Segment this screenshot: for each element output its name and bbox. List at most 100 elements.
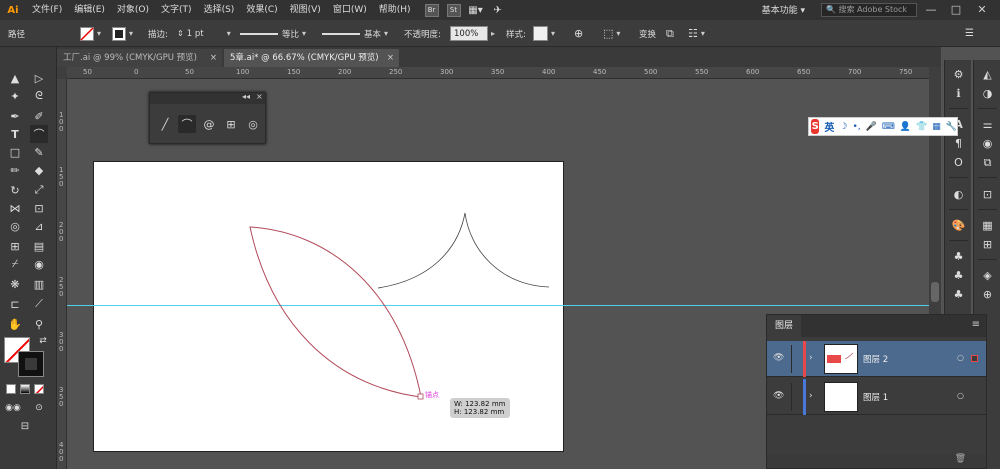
links-icon[interactable]: ⊕ [978,286,997,303]
menu-object[interactable]: 对象(O) [111,0,155,20]
ime-keyboard-icon[interactable]: ⌨ [882,122,895,132]
layers-panel-title[interactable]: 图层 [767,315,802,337]
align-icon[interactable]: ⬚ ▾ [603,25,620,42]
opentype-icon[interactable]: O [949,154,968,171]
minimize-icon[interactable]: — [921,1,941,19]
collapse-icon[interactable]: ◂◂ [242,92,250,101]
hand-tool-icon[interactable]: ✋ [6,315,24,333]
layer-row[interactable]: 👁 › 图层 2 ○ [767,341,986,377]
shape-builder-tool-icon[interactable]: ◎ [6,217,24,235]
arc-tool-icon[interactable]: ⌒ [30,125,48,143]
close-tab-icon[interactable]: × [387,49,394,67]
ime-mic-icon[interactable]: 🎤 [866,122,877,132]
perspective-grid-tool-icon[interactable]: ⊿ [30,217,48,235]
fill-swatch[interactable]: ▾ [80,25,101,42]
column-graph-tool-icon[interactable]: ▥ [30,275,48,293]
stock-button[interactable]: St [446,3,461,17]
shaper-tool-icon[interactable]: ✏ [6,161,24,179]
panel-header[interactable]: ◂◂ × [150,92,265,104]
lasso-tool-icon[interactable]: ᘓ [30,87,48,105]
arrange-documents-icon[interactable]: ▦▾ [468,4,482,17]
selection-tool-icon[interactable]: ▲ [6,69,24,87]
ime-user-icon[interactable]: 👤 [900,122,911,132]
tab-factory[interactable]: 工厂.ai @ 99% (CMYK/GPU 预览) × [57,49,222,67]
gpu-performance-icon[interactable]: ✈ [491,4,505,17]
guide-line[interactable] [67,305,929,306]
brush-definition[interactable]: 基本 ▾ [322,25,388,42]
blend-tool-icon[interactable]: ◉ [30,255,48,273]
line-segment-tool-icon[interactable]: ╱ [156,115,174,133]
eraser-tool-icon[interactable]: ◆ [30,161,48,179]
properties-icon[interactable]: ⚙ [949,66,968,83]
layer-row[interactable]: 👁 › 图层 1 ○ [767,379,986,415]
curvature-tool-icon[interactable]: ✐ [30,107,48,125]
ime-language-toggle[interactable]: 英 [824,119,834,134]
paragraph-icon[interactable]: ¶ [949,135,968,152]
menu-help[interactable]: 帮助(H) [373,0,417,20]
symbols-icon[interactable]: ♣ [949,248,968,265]
rectangle-tool-icon[interactable]: □ [6,143,24,161]
scale-tool-icon[interactable]: ⤢ [30,181,48,199]
screen-mode-icon[interactable]: ⊙ [30,399,48,417]
artboard-tool-icon[interactable]: ⊏ [6,295,24,313]
isolate-icon[interactable]: ⧉ [666,25,674,42]
selection-indicator[interactable] [971,355,978,362]
draw-mode-icon[interactable]: ◉◉ [4,399,22,417]
more-options-icon[interactable]: ☷ ▾ [688,25,705,42]
horizontal-ruler[interactable]: 50 0 50 100 150 200 250 300 350 400 450 500 550 600 65… [67,67,929,79]
zoom-tool-icon[interactable]: ⚲ [30,315,48,333]
ime-punctuation-icon[interactable]: •, [852,122,860,132]
maximize-icon[interactable]: □ [946,1,966,19]
ime-tools-icon[interactable]: 🔧 [946,122,957,132]
screen-mode-toggle-icon[interactable]: ⊟ [16,417,34,435]
menu-window[interactable]: 窗口(W) [327,0,373,20]
opacity-label[interactable]: 不透明度: [404,25,441,42]
visibility-eye-icon[interactable]: 👁 [773,353,784,363]
align-panel-icon[interactable]: ⚌ [978,116,997,133]
magic-wand-tool-icon[interactable]: ✦ [6,87,24,105]
info-icon[interactable]: ℹ [949,85,968,102]
close-tab-icon[interactable]: × [210,49,217,67]
symbol-sprayer-tool-icon[interactable]: ❋ [6,275,24,293]
artboards-icon[interactable]: ⊞ [978,236,997,253]
asset-export-icon[interactable]: ▦ [978,217,997,234]
stroke-color-box[interactable] [18,351,44,377]
panel-menu-icon[interactable]: ≡ [972,319,980,330]
swap-fill-stroke-icon[interactable]: ⇄ [34,332,52,350]
menu-view[interactable]: 视图(V) [284,0,327,20]
stock-search-input[interactable]: 🔍 搜索 Adobe Stock [821,3,917,17]
rectangular-grid-tool-icon[interactable]: ⊞ [222,115,240,133]
recolor-artwork-icon[interactable]: ⊕ [574,25,583,42]
ruler-origin[interactable] [57,67,67,79]
gradient-tool-icon[interactable]: ▤ [30,237,48,255]
floating-tool-panel[interactable]: ◂◂ × ╱ ⌒ @ ⊞ ◎ [149,92,266,144]
delete-layer-icon[interactable]: 🗑 [955,454,966,464]
none-mode-icon[interactable] [34,384,44,394]
close-panel-icon[interactable]: × [256,92,263,101]
type-tool-icon[interactable]: T [6,125,24,143]
target-circle-icon[interactable]: ○ [957,391,964,400]
image-trace-icon[interactable]: ⧉ [978,154,997,171]
color-guide-icon[interactable]: 🎨 [949,217,968,234]
gradient-panel-icon[interactable]: ◉ [978,135,997,152]
graphic-style-picker[interactable]: ▾ [533,25,555,42]
gradient-mode-icon[interactable] [20,384,30,394]
scroll-thumb[interactable] [931,282,939,302]
paintbrush-tool-icon[interactable]: ✎ [30,143,48,161]
layers-panel-header[interactable]: 图层 ≡ [767,315,986,337]
ime-moon-icon[interactable]: ☽ [839,122,847,132]
opacity-value[interactable]: 100% [450,26,488,41]
transform-button[interactable]: 变换 [636,25,660,42]
pen-tool-icon[interactable]: ✒ [6,107,24,125]
appearance-icon[interactable]: ◐ [949,186,968,203]
color-mode-icon[interactable] [6,384,16,394]
stroke-weight-value[interactable]: 1 pt [183,26,224,41]
ime-skin-icon[interactable]: 👕 [916,122,927,132]
width-tool-icon[interactable]: ⋈ [6,199,24,217]
transform-panel-icon[interactable]: ◭ [978,66,997,83]
opacity-field[interactable]: 100% ▸ [450,25,495,42]
panel-menu-icon[interactable]: ☰ [965,25,974,42]
direct-selection-tool-icon[interactable]: ▷ [30,69,48,87]
menu-edit[interactable]: 编辑(E) [68,0,111,20]
polar-grid-tool-icon[interactable]: ◎ [244,115,262,133]
